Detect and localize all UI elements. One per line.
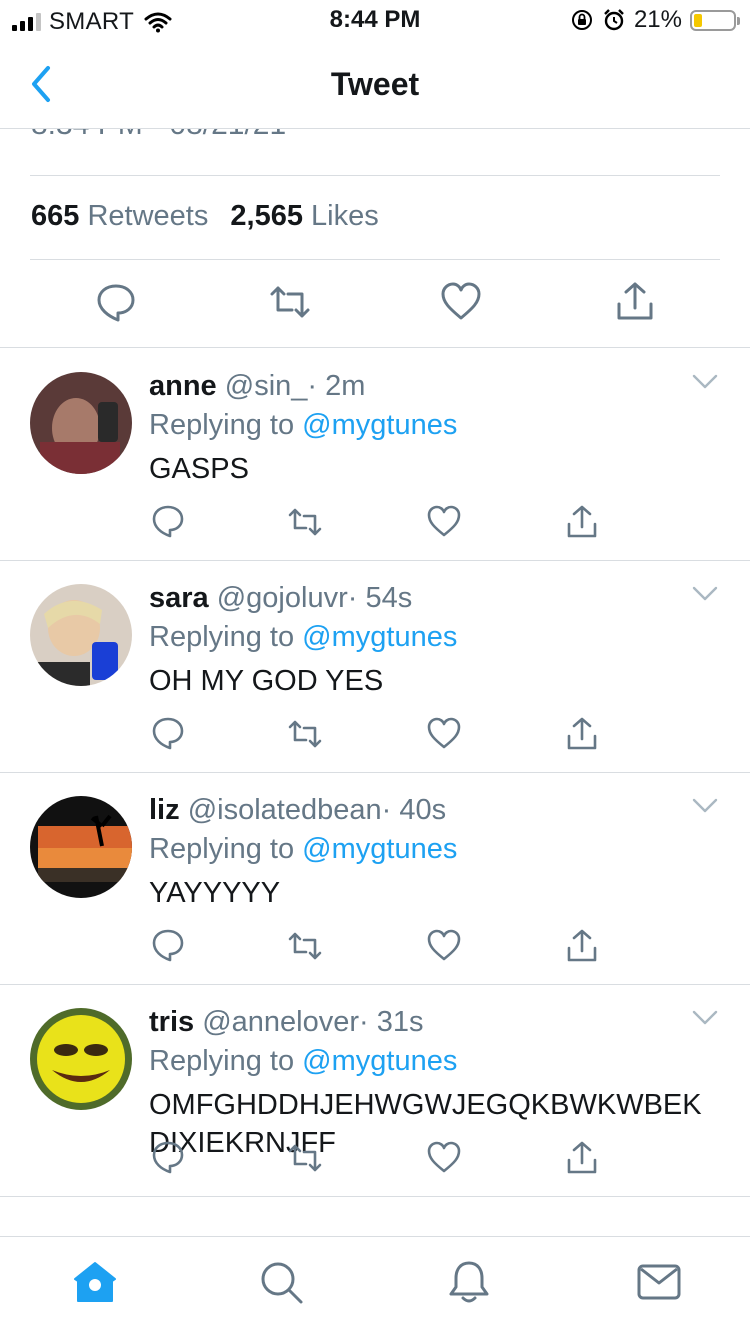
alarm-icon	[604, 9, 624, 31]
reply-item[interactable]: liz @isolatedbean· 40s Replying to @mygt…	[0, 772, 750, 985]
avatar[interactable]	[30, 584, 132, 686]
reply-actions	[0, 928, 750, 964]
status-bar: SMART 8:44 PM 21%	[0, 0, 750, 40]
retweet-icon[interactable]	[268, 280, 312, 324]
heart-icon[interactable]	[426, 928, 462, 964]
reply-icon[interactable]	[150, 504, 186, 540]
reply-item[interactable]: anne @sin_· 2m Replying to @mygtunes GAS…	[0, 348, 750, 561]
reply-text: OH MY GOD YES	[149, 665, 384, 697]
reply-icon[interactable]	[150, 716, 186, 752]
battery-icon	[690, 9, 740, 31]
replying-to-label: Replying to	[149, 1045, 295, 1077]
rotation-lock-icon	[571, 10, 592, 30]
replying-to-mention[interactable]: @mygtunes	[302, 833, 457, 865]
chevron-down-icon[interactable]	[692, 374, 718, 390]
chevron-down-icon[interactable]	[692, 586, 718, 602]
heart-icon[interactable]	[426, 1140, 462, 1176]
share-icon[interactable]	[613, 280, 657, 324]
reply-author-name[interactable]: sara	[149, 582, 209, 614]
reply-author-handle[interactable]: @annelover	[202, 1006, 359, 1038]
messages-icon[interactable]	[636, 1259, 682, 1305]
share-icon[interactable]	[564, 504, 600, 540]
reply-author-handle[interactable]: @isolatedbean	[188, 794, 382, 826]
share-icon[interactable]	[564, 716, 600, 752]
tab-bar	[0, 1236, 750, 1335]
replying-to-mention[interactable]: @mygtunes	[302, 1045, 457, 1077]
replying-to-mention[interactable]: @mygtunes	[302, 621, 457, 653]
reply-author-handle[interactable]: @sin_	[225, 370, 308, 402]
tweet-actions	[0, 280, 750, 324]
share-icon[interactable]	[564, 1140, 600, 1176]
battery-percent: 21%	[633, 6, 682, 33]
replying-to-label: Replying to	[149, 621, 295, 653]
replying-to-mention[interactable]: @mygtunes	[302, 409, 457, 441]
divider	[30, 175, 720, 176]
replying-to: Replying to @mygtunes	[149, 618, 710, 656]
nav-bar: Tweet	[0, 40, 750, 129]
tweet-stats: 665 Retweets 2,565 Likes	[31, 200, 393, 233]
heart-icon[interactable]	[439, 280, 483, 324]
retweet-icon[interactable]	[287, 928, 323, 964]
likes-label[interactable]: Likes	[311, 200, 379, 232]
retweet-icon[interactable]	[287, 504, 323, 540]
heart-icon[interactable]	[426, 716, 462, 752]
page-title: Tweet	[330, 66, 420, 102]
reply-author-name[interactable]: anne	[149, 370, 217, 402]
reply-actions	[0, 1140, 750, 1176]
reply-author-name[interactable]: tris	[149, 1006, 194, 1038]
replying-to: Replying to @mygtunes	[149, 1042, 710, 1080]
avatar[interactable]	[30, 372, 132, 474]
reply-author-handle[interactable]: @gojoluvr	[217, 582, 348, 614]
reply-icon[interactable]	[150, 1140, 186, 1176]
home-icon[interactable]	[72, 1259, 118, 1305]
reply-time: · 54s	[347, 582, 413, 614]
share-icon[interactable]	[564, 928, 600, 964]
avatar[interactable]	[30, 1008, 132, 1110]
chevron-down-icon[interactable]	[692, 798, 718, 814]
notifications-icon[interactable]	[446, 1259, 492, 1305]
retweet-icon[interactable]	[287, 1140, 323, 1176]
reply-text: YAYYYYY	[149, 877, 281, 909]
reply-item[interactable]: tris @annelover· 31s Replying to @mygtun…	[0, 984, 750, 1197]
reply-icon[interactable]	[94, 280, 138, 324]
reply-time: · 40s	[381, 794, 447, 826]
replying-to-label: Replying to	[149, 833, 295, 865]
reply-author-name[interactable]: liz	[149, 794, 180, 826]
reply-actions	[0, 504, 750, 540]
reply-time: · 31s	[359, 1006, 424, 1038]
retweets-count[interactable]: 665	[31, 200, 79, 232]
reply-time: · 2m	[307, 370, 366, 402]
reply-item[interactable]: sara @gojoluvr· 54s Replying to @mygtune…	[0, 560, 750, 773]
heart-icon[interactable]	[426, 504, 462, 540]
retweets-label[interactable]: Retweets	[87, 200, 208, 232]
reply-actions	[0, 716, 750, 752]
replying-to: Replying to @mygtunes	[149, 406, 710, 444]
retweet-icon[interactable]	[287, 716, 323, 752]
reply-text: GASPS	[149, 453, 249, 485]
chevron-down-icon[interactable]	[692, 1010, 718, 1026]
replying-to-label: Replying to	[149, 409, 295, 441]
avatar[interactable]	[30, 796, 132, 898]
likes-count[interactable]: 2,565	[230, 200, 303, 232]
divider	[30, 259, 720, 260]
reply-icon[interactable]	[150, 928, 186, 964]
replying-to: Replying to @mygtunes	[149, 830, 710, 868]
search-icon[interactable]	[258, 1259, 304, 1305]
